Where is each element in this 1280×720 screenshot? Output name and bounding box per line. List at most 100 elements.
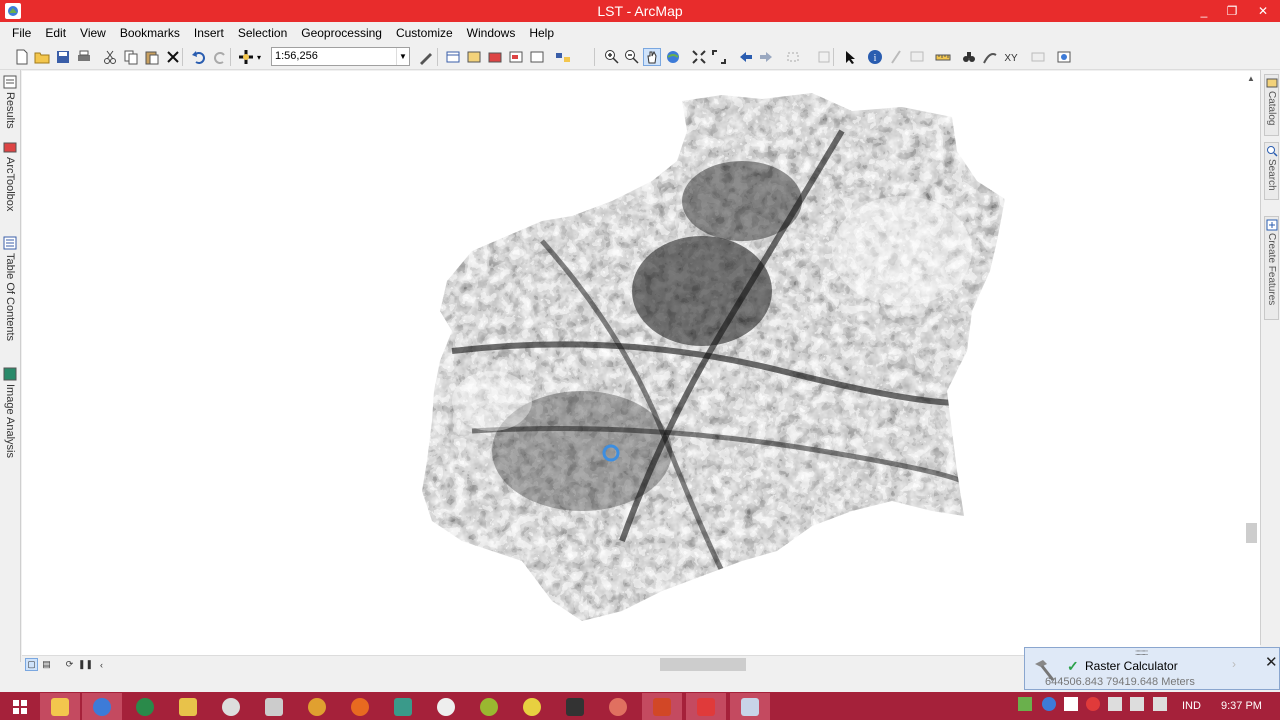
search-icon bbox=[1266, 146, 1278, 157]
minimize-button[interactable]: _ bbox=[1190, 0, 1218, 22]
app-icon bbox=[609, 697, 627, 716]
results-tab[interactable]: Results bbox=[1, 75, 19, 129]
taskbar-firefox[interactable] bbox=[340, 693, 380, 720]
taskbar-app-12[interactable] bbox=[512, 693, 552, 720]
vertical-scroll-thumb[interactable] bbox=[1246, 523, 1257, 543]
add-data-dropdown[interactable]: ▾ bbox=[255, 48, 263, 66]
create-features-tab[interactable]: Create Features bbox=[1264, 216, 1279, 320]
left-dock: Results ArcToolbox Table Of Contents Ima… bbox=[0, 70, 21, 662]
catalog-tab[interactable]: Catalog bbox=[1264, 74, 1279, 136]
menu-customize[interactable]: Customize bbox=[389, 26, 460, 40]
menu-bar: File Edit View Bookmarks Insert Selectio… bbox=[0, 22, 1280, 44]
delete-icon[interactable] bbox=[164, 48, 182, 66]
maximize-button[interactable]: ❐ bbox=[1218, 0, 1246, 22]
data-view-icon[interactable]: ▢ bbox=[25, 658, 38, 671]
toolbox-icon bbox=[3, 142, 17, 153]
taskbar-app-11[interactable] bbox=[469, 693, 509, 720]
results-icon bbox=[3, 75, 17, 89]
cut-icon[interactable] bbox=[101, 48, 119, 66]
menu-help[interactable]: Help bbox=[522, 26, 561, 40]
menu-file[interactable]: File bbox=[5, 26, 38, 40]
clock[interactable]: 9:37 PM bbox=[1221, 696, 1262, 716]
paste-icon[interactable] bbox=[143, 48, 161, 66]
tray-icon-4[interactable] bbox=[1086, 697, 1100, 711]
save-icon[interactable] bbox=[54, 48, 72, 66]
open-folder-icon[interactable] bbox=[33, 48, 51, 66]
copy-icon[interactable] bbox=[122, 48, 140, 66]
toolbar-separator bbox=[833, 48, 834, 66]
menu-view[interactable]: View bbox=[73, 26, 113, 40]
volume-icon[interactable] bbox=[1153, 697, 1167, 711]
toc-label: Table Of Contents bbox=[4, 253, 16, 342]
taskbar-powerpoint[interactable] bbox=[642, 693, 682, 720]
close-button[interactable]: ✕ bbox=[1246, 0, 1280, 22]
app-icon bbox=[697, 697, 715, 716]
taskbar-app-16[interactable] bbox=[686, 693, 726, 720]
arctoolbox-tab[interactable]: ArcToolbox bbox=[1, 140, 19, 211]
map-display[interactable] bbox=[22, 71, 1243, 655]
taskbar-app-5[interactable] bbox=[211, 693, 251, 720]
tray-icon-5[interactable] bbox=[1108, 697, 1122, 711]
airplane-icon[interactable] bbox=[1130, 697, 1144, 711]
powerpoint-icon bbox=[653, 697, 671, 716]
popup-title: Raster Calculator bbox=[1085, 659, 1178, 673]
app-icon bbox=[437, 697, 455, 716]
flag-icon[interactable] bbox=[1064, 697, 1078, 711]
taskbar-file-explorer[interactable] bbox=[40, 693, 80, 720]
app-icon bbox=[222, 697, 240, 716]
taskbar-app-4[interactable] bbox=[168, 693, 208, 720]
taskbar-app-6[interactable] bbox=[254, 693, 294, 720]
arcmap-icon bbox=[741, 697, 759, 716]
chevron-right-icon[interactable]: › bbox=[1232, 657, 1236, 671]
table-of-contents-icon bbox=[3, 236, 17, 250]
language-indicator[interactable]: IND bbox=[1182, 696, 1201, 716]
taskbar-chrome[interactable] bbox=[297, 693, 337, 720]
redo-icon[interactable] bbox=[211, 48, 229, 66]
menu-edit[interactable]: Edit bbox=[38, 26, 73, 40]
menu-geoprocessing[interactable]: Geoprocessing bbox=[294, 26, 389, 40]
toolbar-separator bbox=[437, 48, 438, 66]
taskbar-app-13[interactable] bbox=[555, 693, 595, 720]
start-button[interactable] bbox=[0, 693, 40, 720]
menu-windows[interactable]: Windows bbox=[460, 26, 523, 40]
search-tab[interactable]: Search bbox=[1264, 142, 1279, 200]
chevron-down-icon[interactable]: ▼ bbox=[396, 48, 409, 65]
taskbar-app-14[interactable] bbox=[598, 693, 638, 720]
chrome-icon bbox=[308, 697, 326, 716]
map-scale-combobox[interactable]: 1:56,256 ▼ bbox=[271, 47, 410, 66]
new-document-icon[interactable] bbox=[13, 48, 31, 66]
popup-close-button[interactable]: ✕ bbox=[1265, 653, 1278, 671]
taskbar-globe-app[interactable] bbox=[125, 693, 165, 720]
image-analysis-tab[interactable]: Image Analysis bbox=[1, 367, 19, 458]
pause-drawing-icon[interactable]: ❚❚ bbox=[78, 658, 93, 671]
catalog-icon bbox=[1266, 78, 1277, 88]
globe-icon bbox=[136, 697, 154, 716]
standard-toolbar: ▾ bbox=[0, 44, 1280, 70]
taskbar-app-9[interactable] bbox=[383, 693, 423, 720]
taskbar-app-10[interactable] bbox=[426, 693, 466, 720]
tray-icon-2[interactable] bbox=[1042, 697, 1056, 711]
table-of-contents-tab[interactable]: Table Of Contents bbox=[1, 236, 19, 341]
toolbar-separator bbox=[594, 48, 595, 66]
catalog-label: Catalog bbox=[1266, 91, 1277, 126]
folder-icon bbox=[51, 697, 69, 716]
taskbar-search-app[interactable] bbox=[82, 693, 122, 720]
menu-bookmarks[interactable]: Bookmarks bbox=[113, 26, 187, 40]
map-coordinates: 644506.843 79419.648 Meters bbox=[1045, 676, 1195, 688]
taskbar-arcmap[interactable] bbox=[730, 693, 770, 720]
horizontal-scroll-thumb[interactable] bbox=[660, 658, 746, 671]
scroll-up-icon[interactable]: ▲ bbox=[1247, 74, 1255, 83]
layout-view-icon[interactable]: ▤ bbox=[40, 658, 53, 671]
toolbar-separator bbox=[182, 48, 183, 66]
image-analysis-label: Image Analysis bbox=[4, 384, 16, 458]
tray-icon-1[interactable] bbox=[1018, 697, 1032, 711]
print-icon[interactable] bbox=[75, 48, 93, 66]
menu-insert[interactable]: Insert bbox=[187, 26, 231, 40]
vertical-scrollbar[interactable]: ▲ bbox=[1243, 71, 1260, 655]
refresh-icon[interactable]: ⟳ bbox=[63, 658, 76, 671]
add-data-icon[interactable] bbox=[237, 48, 255, 66]
undo-icon[interactable] bbox=[190, 48, 208, 66]
create-features-label: Create Features bbox=[1266, 233, 1277, 306]
menu-selection[interactable]: Selection bbox=[231, 26, 294, 40]
scroll-left-icon[interactable]: ‹ bbox=[95, 658, 108, 671]
